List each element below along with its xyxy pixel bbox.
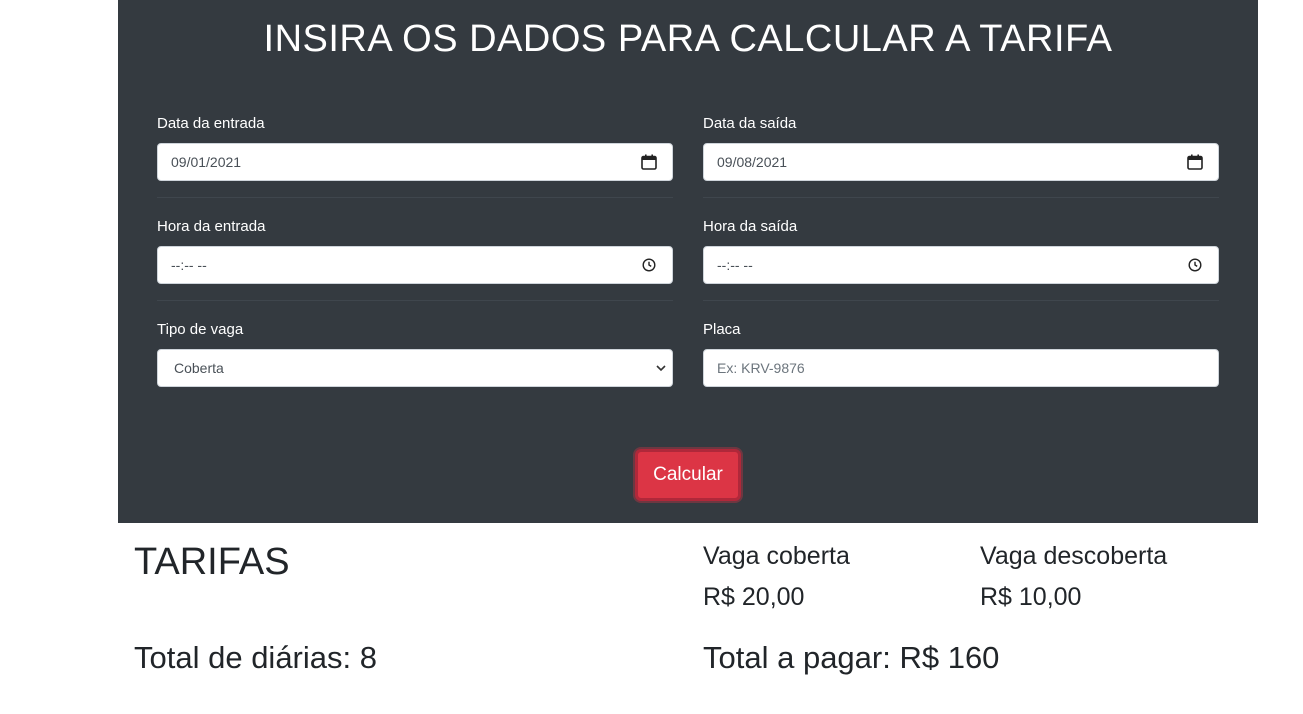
covered-rate-label: Vaga coberta <box>703 542 850 570</box>
clock-icon[interactable] <box>640 256 658 274</box>
covered-rate-price: R$ 20,00 <box>703 583 805 611</box>
exit-time-label: Hora da saída <box>703 218 798 235</box>
entry-time-input[interactable]: --:-- -- <box>157 246 673 284</box>
exit-time-value: --:-- -- <box>717 257 753 273</box>
spot-type-value: Coberta <box>174 360 224 376</box>
uncovered-rate-label: Vaga descoberta <box>980 542 1168 570</box>
calendar-icon[interactable] <box>1186 153 1204 171</box>
entry-date-value: 09/01/2021 <box>171 154 242 170</box>
exit-date-value: 09/08/2021 <box>717 154 788 170</box>
form-title: INSIRA OS DADOS PARA CALCULAR A TARIFA <box>263 18 1113 60</box>
exit-date-input[interactable]: 09/08/2021 <box>703 143 1219 181</box>
exit-time-input[interactable]: --:-- -- <box>703 246 1219 284</box>
row-divider <box>157 300 673 301</box>
entry-time-label: Hora da entrada <box>157 218 266 235</box>
row-divider <box>157 197 673 198</box>
rates-title: TARIFAS <box>134 541 290 583</box>
clock-icon[interactable] <box>1186 256 1204 274</box>
plate-label: Placa <box>703 321 741 338</box>
plate-input[interactable]: Ex: KRV-9876 <box>703 349 1219 387</box>
entry-date-label: Data da entrada <box>157 115 265 132</box>
form-panel: INSIRA OS DADOS PARA CALCULAR A TARIFA D… <box>118 0 1258 523</box>
exit-date-label: Data da saída <box>703 115 797 132</box>
entry-time-value: --:-- -- <box>171 257 207 273</box>
row-divider <box>703 197 1219 198</box>
calendar-icon[interactable] <box>640 153 658 171</box>
chevron-down-icon <box>652 359 670 377</box>
row-divider <box>703 300 1219 301</box>
plate-placeholder: Ex: KRV-9876 <box>717 360 805 376</box>
uncovered-rate-price: R$ 10,00 <box>980 583 1082 611</box>
total-days: Total de diárias: 8 <box>134 640 377 675</box>
spot-type-label: Tipo de vaga <box>157 321 244 338</box>
entry-date-input[interactable]: 09/01/2021 <box>157 143 673 181</box>
calculate-button[interactable]: Calcular <box>635 449 741 501</box>
spot-type-select[interactable]: Coberta <box>157 349 673 387</box>
total-to-pay: Total a pagar: R$ 160 <box>703 640 1000 675</box>
